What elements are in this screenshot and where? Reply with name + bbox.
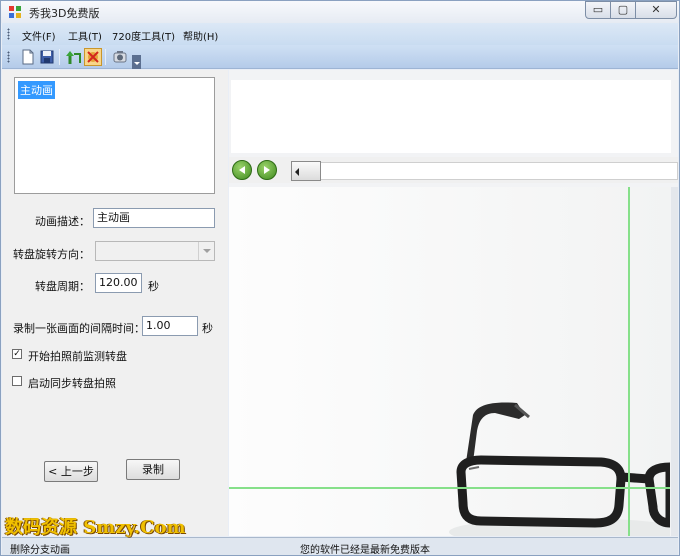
toolbar-grip-icon[interactable] <box>7 51 10 63</box>
camera-icon[interactable] <box>111 48 129 66</box>
rotation-direction-select[interactable] <box>95 241 215 261</box>
prev-step-button[interactable]: < 上一步 <box>44 461 98 482</box>
sync-checkbox-label: 启动同步转盘拍照 <box>28 377 116 390</box>
interval-field[interactable]: 1.00 <box>142 316 198 336</box>
period-field[interactable]: 120.00 <box>95 273 142 293</box>
minimize-icon: ▭ <box>592 3 604 16</box>
overflow-dropdown-icon[interactable] <box>132 55 141 69</box>
glasses-image <box>229 187 670 536</box>
menu-file[interactable]: 文件(F) <box>22 28 56 43</box>
interval-unit: 秒 <box>202 322 213 335</box>
title-bar[interactable]: 秀我3D免费版 ▭ ▢ ✕ <box>1 1 679 23</box>
description-field[interactable]: 主动画 <box>93 208 215 228</box>
arrow-left-icon <box>239 166 245 174</box>
menubar-grip-icon[interactable] <box>7 28 10 40</box>
monitor-checkbox-label: 开始拍照前监测转盘 <box>28 350 127 363</box>
frame-navigator <box>229 157 678 183</box>
vertical-guide-line <box>628 187 630 536</box>
camera-viewport[interactable] <box>229 187 670 536</box>
app-logo-icon <box>9 6 21 18</box>
status-left-text: 删除分支动画 <box>10 545 70 556</box>
maximize-button[interactable]: ▢ <box>610 1 636 19</box>
menu-help[interactable]: 帮助(H) <box>183 28 218 43</box>
toolbar-separator <box>105 49 106 65</box>
delete-icon[interactable] <box>84 48 102 66</box>
close-icon: ✕ <box>651 3 661 16</box>
next-frame-button[interactable] <box>257 160 277 180</box>
preview-panel <box>229 70 678 536</box>
menu-720-tools[interactable]: 720度工具(T) <box>112 28 175 43</box>
toolbar-separator <box>59 49 60 65</box>
chevron-down-icon <box>198 242 214 260</box>
arrow-right-icon <box>264 166 270 174</box>
menu-tools[interactable]: 工具(T) <box>68 28 102 43</box>
minimize-button[interactable]: ▭ <box>585 1 611 19</box>
prev-frame-button[interactable] <box>232 160 252 180</box>
window-title: 秀我3D免费版 <box>29 7 100 20</box>
animation-list[interactable]: 主动画 <box>14 77 215 194</box>
interval-label: 录制一张画面的间隔时间： <box>13 322 145 335</box>
frame-slider-thumb[interactable] <box>291 161 321 181</box>
properties-panel: 主动画 动画描述： 主动画 转盘旋转方向： 转盘周期： 120.00 秒 录制一… <box>2 70 228 536</box>
period-label: 转盘周期： <box>35 280 90 293</box>
monitor-checkbox[interactable]: ✓ <box>12 349 22 359</box>
horizontal-guide-line <box>229 487 670 489</box>
app-window: 秀我3D免费版 ▭ ▢ ✕ 文件(F) 工具(T) 720度工具(T) 帮助(H… <box>0 0 680 556</box>
menu-bar: 文件(F) 工具(T) 720度工具(T) 帮助(H) <box>2 23 678 45</box>
export-icon[interactable] <box>65 48 83 66</box>
close-button[interactable]: ✕ <box>635 1 677 19</box>
maximize-icon: ▢ <box>617 3 629 16</box>
scroll-gutter <box>671 187 678 536</box>
thumbnail-strip <box>231 80 671 153</box>
new-file-icon[interactable] <box>19 48 37 66</box>
rotation-direction-label: 转盘旋转方向： <box>13 248 90 261</box>
status-message: 您的软件已经是最新免费版本 <box>300 545 430 556</box>
list-item[interactable]: 主动画 <box>18 81 55 99</box>
period-unit: 秒 <box>148 280 159 293</box>
description-label: 动画描述： <box>35 215 90 228</box>
save-icon[interactable] <box>38 48 56 66</box>
site-watermark: 数码资源 Smzy.Com <box>5 517 186 538</box>
status-bar: 删除分支动画 您的软件已经是最新免费版本 <box>2 537 678 556</box>
frame-slider-track[interactable] <box>291 162 678 180</box>
record-button[interactable]: 录制 <box>126 459 180 480</box>
sync-checkbox[interactable] <box>12 376 22 386</box>
toolbar <box>2 45 678 69</box>
